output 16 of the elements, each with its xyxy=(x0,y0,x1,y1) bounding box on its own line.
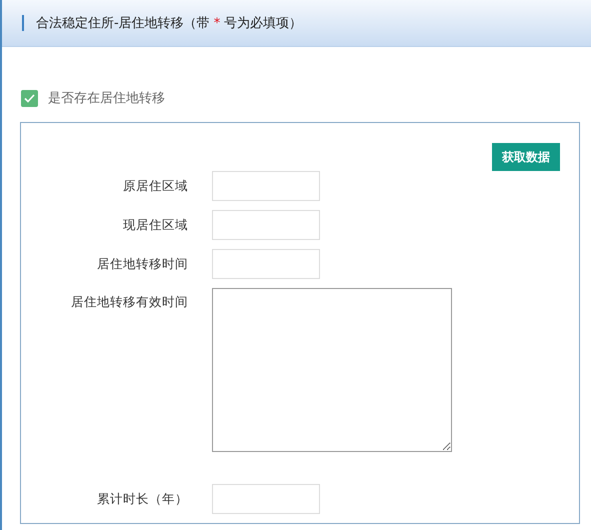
field-label: 居住地转移有效时间 xyxy=(70,293,188,311)
fetch-data-button[interactable]: 获取数据 xyxy=(492,143,560,171)
input-field[interactable] xyxy=(212,484,320,514)
field-label: 现居住区域 xyxy=(122,216,188,234)
field-label: 累计时长（年） xyxy=(96,490,188,508)
input-field[interactable] xyxy=(212,249,320,279)
checkbox[interactable] xyxy=(21,90,38,106)
title-accent xyxy=(22,15,24,31)
text-area[interactable] xyxy=(212,288,452,452)
input-field[interactable] xyxy=(212,210,320,240)
field-label: 居住地转移时间 xyxy=(96,256,188,272)
field-label: 原居住区域 xyxy=(122,178,188,194)
input-field[interactable] xyxy=(212,171,320,201)
section-title: 合法稳定住所-居住地转移（带 * 号为必填项） xyxy=(36,15,302,32)
checkbox-label: 是否存在居住地转移 xyxy=(48,90,165,107)
checkmark-icon xyxy=(24,94,35,102)
